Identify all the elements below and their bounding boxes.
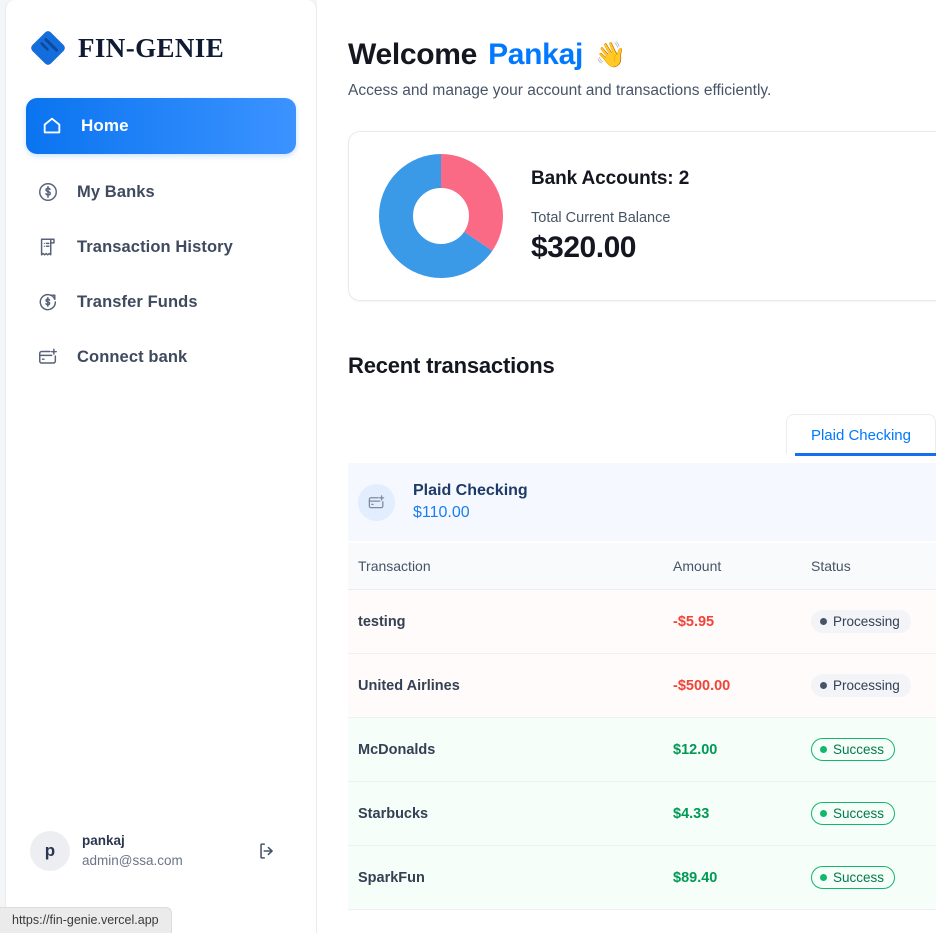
sidebar-item-label: My Banks	[77, 182, 155, 201]
dollar-transfer-icon	[36, 290, 60, 314]
transaction-amount: $89.40	[663, 845, 801, 910]
sidebar-item-home[interactable]: Home	[26, 98, 296, 154]
status-dot-icon	[820, 618, 827, 625]
total-balance-card: Bank Accounts: 2 Total Current Balance $…	[348, 131, 936, 301]
receipt-icon	[36, 235, 60, 259]
user-info: pankaj admin@ssa.com	[82, 832, 244, 869]
brand[interactable]: FIN-GENIE	[6, 0, 316, 70]
recent-transactions-title: Recent transactions	[348, 353, 555, 378]
total-balance-amount: $320.00	[531, 230, 636, 264]
card-plus-icon	[358, 483, 395, 521]
transaction-status-cell: Success	[801, 717, 936, 782]
avatar-initial: p	[44, 841, 56, 860]
transaction-name: SparkFun	[348, 845, 663, 910]
status-badge: Success	[811, 738, 896, 761]
user-name: pankaj	[82, 833, 125, 849]
greeting-user-name: Pankaj	[488, 38, 583, 71]
account-balance: $110.00	[413, 504, 470, 521]
status-label: Success	[833, 742, 885, 757]
transaction-amount: $12.00	[663, 717, 801, 782]
browser-status-bar-url: https://fin-genie.vercel.app	[0, 907, 172, 933]
wave-emoji-icon: 👋	[595, 40, 626, 69]
column-header-amount: Amount	[663, 543, 801, 590]
table-body: testing -$5.95 Processing United Airline…	[348, 589, 936, 910]
transaction-status-cell: Success	[801, 781, 936, 846]
status-dot-icon	[820, 810, 827, 817]
total-balance-label: Total Current Balance	[531, 209, 671, 226]
sidebar-item-transfer-funds[interactable]: Transfer Funds	[30, 285, 292, 319]
status-badge: Processing	[811, 610, 911, 633]
tab-label: Plaid Checking	[810, 427, 911, 444]
status-label: Processing	[833, 614, 900, 629]
transaction-status-cell: Processing	[801, 589, 936, 654]
account-summary-banner: Plaid Checking $110.00	[348, 463, 936, 541]
sidebar-item-label: Transfer Funds	[77, 292, 198, 311]
sidebar-item-label: Transaction History	[77, 237, 233, 256]
sidebar-item-label: Home	[81, 116, 129, 135]
transaction-amount: -$5.95	[663, 589, 801, 654]
logout-icon[interactable]	[256, 840, 278, 862]
page-title: Welcome Pankaj 👋	[348, 38, 936, 72]
column-header-transaction: Transaction	[348, 543, 663, 590]
greeting-text: Welcome	[348, 38, 478, 71]
sidebar-item-connect-bank[interactable]: Connect bank	[30, 340, 292, 374]
balance-donut-chart	[379, 154, 503, 278]
table-row[interactable]: SparkFun $89.40 Success	[348, 845, 936, 910]
table-header-row: Transaction Amount Status	[348, 543, 936, 590]
transaction-name: United Airlines	[348, 653, 663, 718]
sidebar-item-my-banks[interactable]: My Banks	[30, 175, 292, 209]
table-row[interactable]: Starbucks $4.33 Success	[348, 781, 936, 846]
user-email: admin@ssa.com	[82, 852, 183, 868]
status-label: Success	[833, 806, 885, 821]
transaction-status-cell: Processing	[801, 653, 936, 718]
account-name: Plaid Checking	[413, 482, 528, 499]
account-tabs: Plaid Checking	[348, 414, 936, 456]
transaction-amount: $4.33	[663, 781, 801, 846]
avatar: p	[30, 831, 70, 871]
transaction-name: testing	[348, 589, 663, 654]
table-row[interactable]: United Airlines -$500.00 Processing	[348, 653, 936, 718]
bank-accounts-count: Bank Accounts: 2	[531, 167, 690, 189]
table-row[interactable]: McDonalds $12.00 Success	[348, 717, 936, 782]
account-banner-text: Plaid Checking $110.00	[413, 482, 528, 522]
balance-info: Bank Accounts: 2 Total Current Balance $…	[531, 168, 689, 265]
sidebar: FIN-GENIE Home My Banks Transaction Hist…	[5, 0, 317, 933]
app-root: FIN-GENIE Home My Banks Transaction Hist…	[0, 0, 936, 933]
page-subtitle: Access and manage your account and trans…	[348, 82, 772, 99]
status-label: Processing	[833, 678, 900, 693]
status-badge: Success	[811, 866, 896, 889]
transaction-name: McDonalds	[348, 717, 663, 782]
brand-name: FIN-GENIE	[78, 32, 225, 63]
status-badge: Processing	[811, 674, 911, 697]
sidebar-item-transaction-history[interactable]: Transaction History	[30, 230, 292, 264]
column-header-status: Status	[801, 543, 936, 590]
status-dot-icon	[820, 874, 827, 881]
status-dot-icon	[820, 682, 827, 689]
card-plus-icon	[36, 345, 60, 369]
table-header: Transaction Amount Status	[348, 543, 936, 590]
transaction-name: Starbucks	[348, 781, 663, 846]
main-content: Welcome Pankaj 👋 Access and manage your …	[317, 0, 936, 933]
status-dot-icon	[820, 746, 827, 753]
transaction-amount: -$500.00	[663, 653, 801, 718]
tab-plaid-checking[interactable]: Plaid Checking	[785, 414, 936, 456]
transaction-status-cell: Success	[801, 845, 936, 910]
transactions-table: Transaction Amount Status testing -$5.95…	[348, 543, 936, 910]
sidebar-nav: Home My Banks Transaction History Transf…	[6, 98, 316, 374]
diamond-card-logo-icon	[30, 30, 66, 66]
status-badge: Success	[811, 802, 896, 825]
status-label: Success	[833, 870, 885, 885]
sidebar-item-label: Connect bank	[77, 347, 188, 366]
home-icon	[40, 114, 64, 138]
dollar-circle-icon	[36, 180, 60, 204]
table-row[interactable]: testing -$5.95 Processing	[348, 589, 936, 654]
